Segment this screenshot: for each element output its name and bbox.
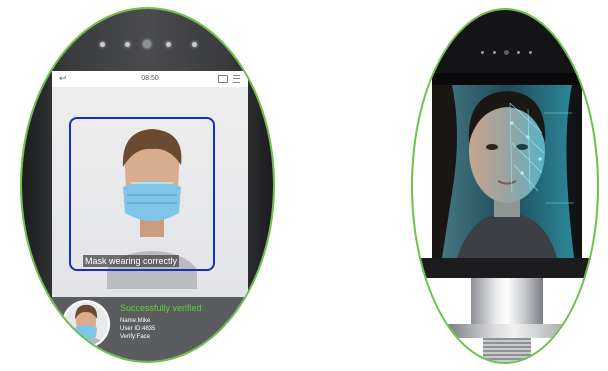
verification-panel: Successfully verified Name:Mike User ID:… [52, 297, 248, 361]
sensor-dot [192, 42, 197, 47]
camera-lens [143, 40, 151, 48]
device-top-bezel [413, 10, 597, 73]
mask-status-label: Mask wearing correctly [83, 255, 180, 267]
face-scan-screen [432, 73, 582, 258]
device-bottom-bezel [413, 258, 597, 278]
avatar-image [66, 304, 106, 346]
left-device-frame: ↩ 08:50 Mask wearing correctly Successfu… [20, 7, 275, 363]
avatar [62, 300, 110, 348]
mounting-pole [471, 278, 543, 330]
verify-method: Verify:Face [120, 334, 151, 340]
right-device-frame [411, 8, 599, 364]
menu-icon[interactable] [233, 75, 240, 83]
status-bar: ↩ 08:50 [52, 71, 248, 88]
sensor-dot [517, 51, 520, 54]
verification-title: Successfully verified [120, 303, 202, 313]
face-scan-image [432, 85, 582, 258]
user-name: Name:Mike [120, 318, 151, 324]
sensor-dot [125, 42, 130, 47]
sensor-dot [166, 42, 171, 47]
camera-lens [504, 50, 509, 55]
user-id: User ID:4835 [120, 326, 156, 332]
sensor-dot [100, 42, 105, 47]
device-screen: ↩ 08:50 Mask wearing correctly Successfu… [52, 71, 248, 361]
sensor-dot [493, 51, 496, 54]
camera-preview: Mask wearing correctly [52, 87, 248, 297]
face-detection-frame [69, 117, 215, 271]
sensor-dot [529, 51, 532, 54]
tray-icon[interactable] [218, 75, 228, 83]
pole-thread [483, 338, 531, 362]
pole-flange [439, 324, 575, 338]
sensor-dot [481, 51, 484, 54]
